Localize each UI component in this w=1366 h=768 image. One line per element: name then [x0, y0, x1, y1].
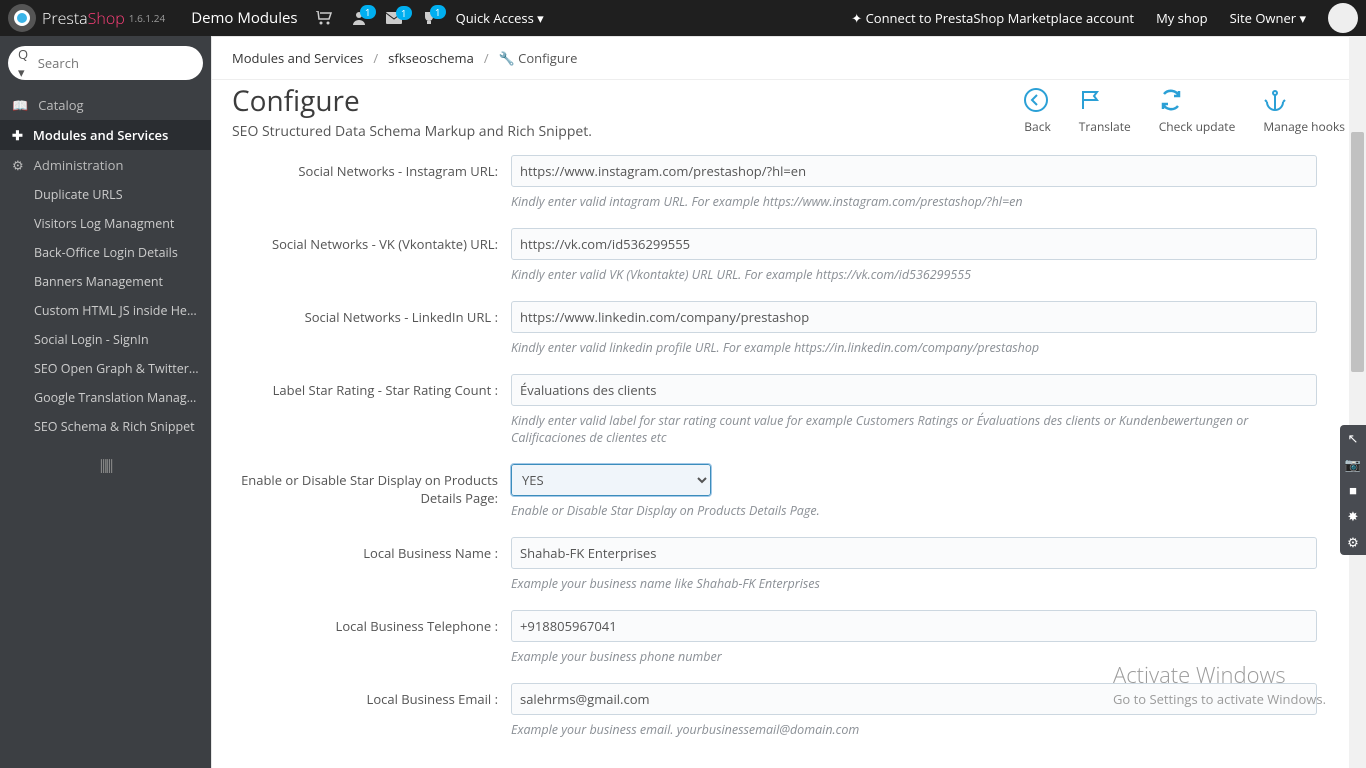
label-biz-name: Local Business Name : [236, 537, 511, 592]
sidebar-search: Q ▾ [0, 36, 211, 90]
sidebar-item-admin[interactable]: ⚙ Administration [0, 150, 211, 180]
marketplace-connect[interactable]: ✦ Connect to PrestaShop Marketplace acco… [851, 9, 1134, 27]
manage-hooks-button[interactable]: Manage hooks [1263, 88, 1345, 141]
sidebar-label: Modules and Services [33, 126, 168, 144]
crumb-configure: 🔧 Configure [499, 49, 578, 67]
person-icon[interactable]: 1 [352, 11, 366, 25]
sidebar-sub[interactable]: Social Login - SignIn [0, 325, 211, 354]
shop-name[interactable]: Demo Modules [191, 8, 297, 28]
sidebar-sub[interactable]: Google Translation Manage... [0, 383, 211, 412]
anchor-icon [1263, 88, 1345, 112]
help-instagram: Kindly enter valid intagram URL. For exa… [511, 193, 1317, 210]
help-star-rating: Kindly enter valid label for star rating… [511, 412, 1317, 446]
sidebar-sub[interactable]: SEO Schema & Rich Snippet [0, 412, 211, 441]
sidebar-sub[interactable]: Visitors Log Managment [0, 209, 211, 238]
trophy-badge: 1 [430, 5, 446, 19]
header-icons: 1 1 1 [316, 11, 436, 25]
crumb-modules[interactable]: Modules and Services [232, 49, 363, 67]
sidebar-label: Administration [34, 156, 124, 174]
site-owner-dropdown[interactable]: Site Owner ▾ [1230, 9, 1306, 27]
my-shop-link[interactable]: My shop [1156, 9, 1208, 27]
back-button[interactable]: Back [1024, 88, 1050, 141]
avatar[interactable] [1328, 3, 1358, 33]
dock-bug-icon[interactable]: ✸ [1340, 503, 1366, 529]
label-vk: Social Networks - VK (Vkontakte) URL: [236, 228, 511, 283]
page-actions: Back Translate Check update Manage hooks [1024, 80, 1345, 141]
search-icon: Q ▾ [18, 45, 36, 81]
label-linkedin: Social Networks - LinkedIn URL : [236, 301, 511, 356]
sidebar-label: Catalog [38, 96, 83, 114]
dock-video-icon[interactable]: ■ [1340, 477, 1366, 503]
input-star-rating[interactable] [511, 374, 1317, 406]
brand-text: PrestaShop [42, 7, 125, 29]
messages-badge: 1 [396, 6, 412, 20]
main-content: Modules and Services / sfkseoschema / 🔧 … [211, 36, 1366, 768]
page-subtitle: SEO Structured Data Schema Markup and Ri… [232, 122, 1024, 141]
sidebar-item-catalog[interactable]: 📖 Catalog [0, 90, 211, 120]
sidebar-sub[interactable]: SEO Open Graph & Twitter C... [0, 354, 211, 383]
sidebar-sub[interactable]: Banners Management [0, 267, 211, 296]
header-right: ✦ Connect to PrestaShop Marketplace acco… [851, 3, 1366, 33]
help-vk: Kindly enter valid VK (Vkontakte) URL UR… [511, 266, 1317, 283]
label-star-rating: Label Star Rating - Star Rating Count : [236, 374, 511, 446]
cart-icon[interactable] [316, 11, 332, 25]
label-star-display: Enable or Disable Star Display on Produc… [236, 464, 511, 519]
sidebar-sub[interactable]: Back-Office Login Details [0, 238, 211, 267]
help-biz-name: Example your business name like Shahab-F… [511, 575, 1317, 592]
label-biz-tel: Local Business Telephone : [236, 610, 511, 665]
select-star-display[interactable]: YES [511, 464, 711, 496]
help-biz-email: Example your business email. yourbusines… [511, 721, 1317, 738]
orders-badge: 1 [360, 5, 376, 19]
envelope-icon[interactable]: 1 [386, 12, 402, 24]
sidebar-item-modules[interactable]: ✚ Modules and Services [0, 120, 211, 150]
page-header: Configure SEO Structured Data Schema Mar… [212, 80, 1365, 141]
gear-icon: ⚙ [12, 156, 24, 174]
input-biz-name[interactable] [511, 537, 1317, 569]
search-input[interactable] [38, 54, 193, 72]
book-icon: 📖 [12, 96, 28, 114]
sidebar-sub[interactable]: Duplicate URLS [0, 180, 211, 209]
input-instagram[interactable] [511, 155, 1317, 187]
flag-icon [1079, 88, 1131, 112]
dev-dock: ↖ 📷 ■ ✸ ⚙ [1340, 425, 1366, 555]
scroll-thumb[interactable] [1351, 132, 1364, 372]
sidebar-collapse-icon[interactable]: ⦀⦀ [0, 441, 211, 493]
refresh-icon [1159, 88, 1236, 112]
arrow-left-icon [1024, 88, 1050, 112]
dock-camera-icon[interactable]: 📷 [1340, 451, 1366, 477]
puzzle-icon: ✚ [12, 126, 23, 144]
help-linkedin: Kindly enter valid linkedin profile URL.… [511, 339, 1317, 356]
trophy-icon[interactable]: 1 [422, 11, 436, 25]
help-star-display: Enable or Disable Star Display on Produc… [511, 502, 1317, 519]
dock-gear-icon[interactable]: ⚙ [1340, 529, 1366, 555]
sidebar: Q ▾ 📖 Catalog ✚ Modules and Services ⚙ A… [0, 36, 211, 768]
input-linkedin[interactable] [511, 301, 1317, 333]
version-label: 1.6.1.24 [129, 11, 165, 25]
topbar: PrestaShop 1.6.1.24 Demo Modules 1 1 1 Q… [0, 0, 1366, 36]
input-biz-tel[interactable] [511, 610, 1317, 642]
windows-watermark: Activate Windows Go to Settings to activ… [1113, 660, 1326, 708]
quick-access-dropdown[interactable]: Quick Access ▾ [456, 9, 544, 27]
breadcrumb: Modules and Services / sfkseoschema / 🔧 … [212, 37, 1365, 80]
input-vk[interactable] [511, 228, 1317, 260]
crumb-module-name[interactable]: sfkseoschema [388, 49, 474, 67]
label-biz-email: Local Business Email : [236, 683, 511, 738]
check-update-button[interactable]: Check update [1159, 88, 1236, 141]
scrollbar[interactable] [1349, 36, 1366, 768]
wrench-icon: 🔧 [499, 49, 515, 67]
logo[interactable]: PrestaShop 1.6.1.24 [0, 4, 173, 32]
page-title: Configure [232, 82, 1024, 120]
dock-pointer-icon[interactable]: ↖ [1340, 425, 1366, 451]
translate-button[interactable]: Translate [1079, 88, 1131, 141]
label-instagram: Social Networks - Instagram URL: [236, 155, 511, 210]
search-pill[interactable]: Q ▾ [8, 46, 203, 80]
logo-icon [8, 4, 36, 32]
sidebar-sub[interactable]: Custom HTML JS inside Head... [0, 296, 211, 325]
